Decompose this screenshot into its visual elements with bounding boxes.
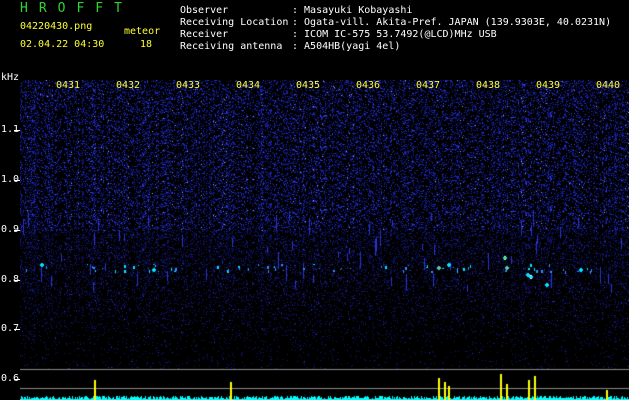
observer-value: : Masayuki Kobayashi xyxy=(292,5,413,16)
y-tick-mark xyxy=(14,180,20,181)
x-tick-label: 0440 xyxy=(596,80,621,91)
x-tick-label: 0434 xyxy=(236,80,261,91)
antenna-value: : A504HB(yagi 4el) xyxy=(292,41,401,52)
receiver-label: Receiver xyxy=(180,29,229,40)
antenna-label: Receiving antenna xyxy=(180,41,283,52)
y-tick-mark xyxy=(14,230,20,231)
meteor-count: 18 xyxy=(140,39,153,50)
x-tick-label: 0439 xyxy=(536,80,561,91)
y-axis-unit: kHz xyxy=(1,72,20,83)
location-value: : Ogata-vill. Akita-Pref. JAPAN (139.930… xyxy=(292,17,612,28)
x-tick-label: 0435 xyxy=(296,80,321,91)
y-tick-mark xyxy=(14,379,20,380)
y-tick-mark xyxy=(14,280,20,281)
spectrogram-canvas xyxy=(20,80,629,400)
observer-label: Observer xyxy=(180,5,229,16)
app-brand-title: HROFFT xyxy=(20,1,133,16)
x-tick-label: 0438 xyxy=(476,80,501,91)
capture-datetime: 02.04.22 04:30 xyxy=(20,39,105,50)
x-tick-label: 0432 xyxy=(116,80,141,91)
x-tick-label: 0436 xyxy=(356,80,381,91)
image-filename: 04220430.png xyxy=(20,21,93,32)
y-tick-mark xyxy=(14,329,20,330)
meteor-label: meteor xyxy=(124,26,161,37)
x-tick-label: 0433 xyxy=(176,80,201,91)
location-label: Receiving Location xyxy=(180,17,289,28)
spectrogram-panel xyxy=(20,80,629,400)
x-tick-label: 0437 xyxy=(416,80,441,91)
receiver-value: : ICOM IC-575 53.7492(@LCD)MHz USB xyxy=(292,29,497,40)
y-tick-mark xyxy=(14,130,20,131)
x-tick-label: 0431 xyxy=(56,80,81,91)
